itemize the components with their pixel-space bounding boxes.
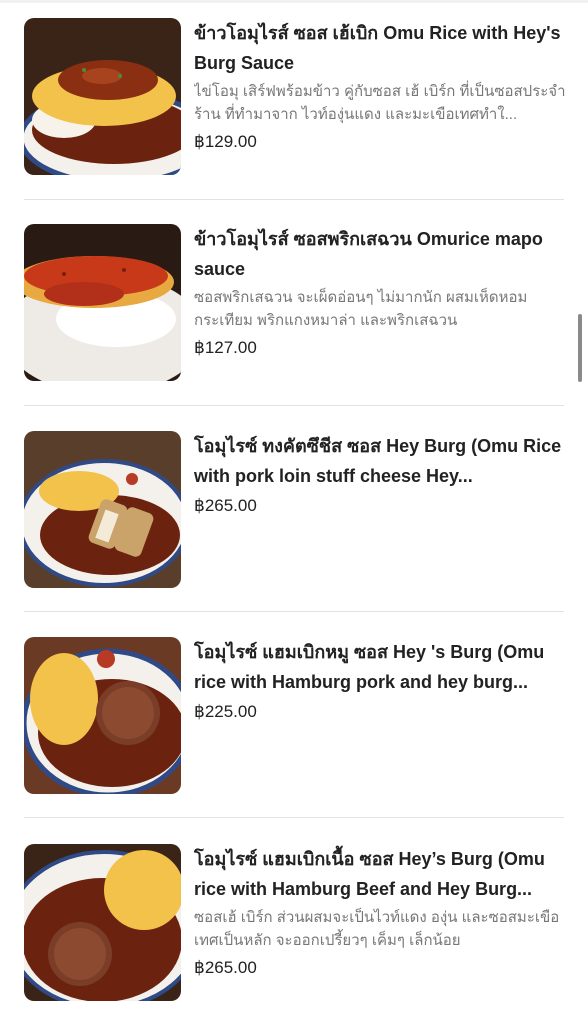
item-description: ซอสเฮ้ เบิร์ก ส่วนผสมจะเป็นไวท์แดง องุ่น… [194, 909, 560, 949]
scrollbar[interactable] [578, 314, 582, 382]
food-image[interactable] [24, 844, 181, 1001]
item-title: ข้าวโอมุไรส์ ซอสพริกเสฉวน Omurice mapo s… [194, 229, 543, 279]
item-price: ฿129.00 [194, 132, 257, 151]
menu-item[interactable]: โอมุไรซ์ ทงคัตซึชีส ซอส Hey Burg (Omu Ri… [0, 412, 588, 618]
item-price: ฿225.00 [194, 702, 257, 721]
item-title: โอมุไรซ์ ทงคัตซึชีส ซอส Hey Burg (Omu Ri… [194, 436, 562, 486]
divider [24, 199, 564, 200]
item-price: ฿265.00 [194, 958, 257, 977]
item-price: ฿127.00 [194, 338, 257, 357]
item-title: โอมุไรซ์ แฮมเบิกหมู ซอส Hey 's Burg (Omu… [194, 642, 545, 692]
divider [24, 611, 564, 612]
item-description: ไข่โอมุ เสิร์ฟพร้อมข้าว คู่กับซอส เฮ้ เบ… [194, 83, 566, 123]
food-image[interactable] [24, 224, 181, 381]
food-image[interactable] [24, 18, 181, 175]
food-image[interactable] [24, 637, 181, 794]
menu-item[interactable]: โอมุไรซ์ แฮมเบิกเนื้อ ซอส Hey’s Burg (Om… [0, 824, 588, 1030]
item-title: โอมุไรซ์ แฮมเบิกเนื้อ ซอส Hey’s Burg (Om… [194, 849, 545, 899]
item-title: ข้าวโอมุไรส์ ซอส เฮ้เบิก Omu Rice with H… [194, 23, 561, 73]
food-image[interactable] [24, 431, 181, 588]
item-description: ซอสพริกเสฉวน จะเผ็ดอ่อนๆ ไม่มากนัก ผสมเห… [194, 289, 528, 329]
menu-item[interactable]: ข้าวโอมุไรส์ ซอสพริกเสฉวน Omurice mapo s… [0, 206, 588, 412]
divider [24, 817, 564, 818]
item-price: ฿265.00 [194, 496, 257, 515]
menu-item[interactable]: ข้าวโอมุไรส์ ซอส เฮ้เบิก Omu Rice with H… [0, 0, 588, 206]
divider [24, 405, 564, 406]
menu-item[interactable]: โอมุไรซ์ แฮมเบิกหมู ซอส Hey 's Burg (Omu… [0, 618, 588, 824]
